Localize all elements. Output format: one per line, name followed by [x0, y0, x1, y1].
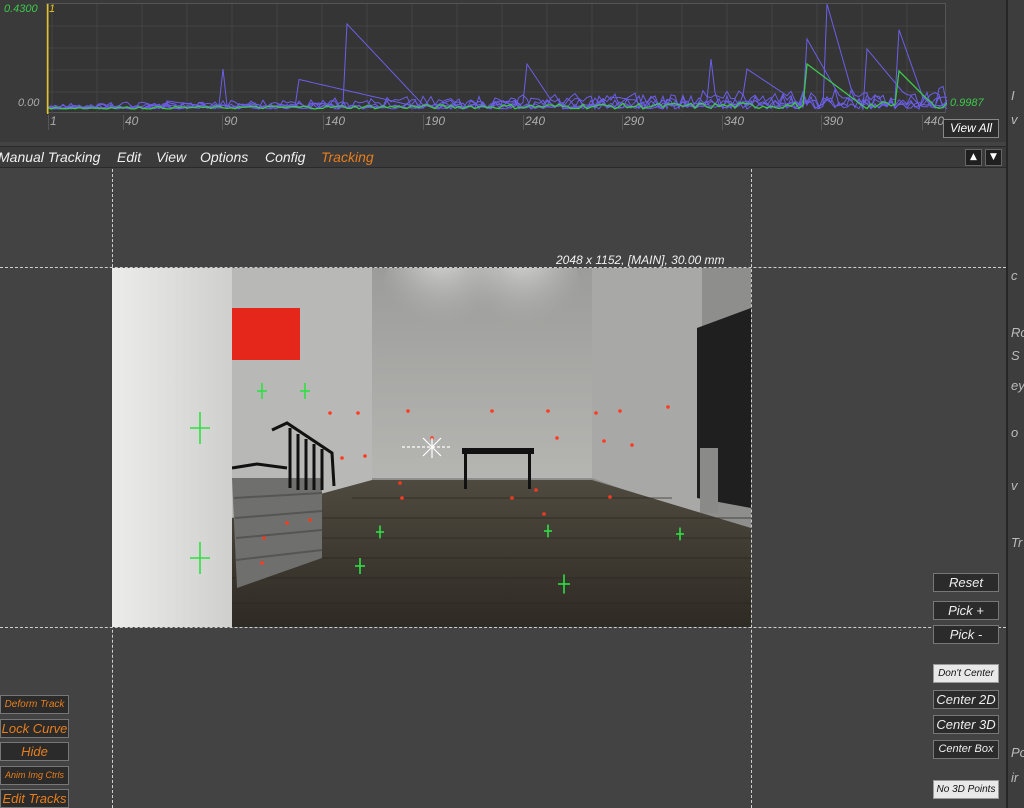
tracker-point[interactable] [555, 436, 559, 440]
track-error-curves [45, 3, 948, 114]
tracker-point[interactable] [490, 409, 494, 413]
graph-x-tick-label: 1 [50, 114, 57, 128]
strip-text: v [1011, 112, 1018, 127]
tracker-point[interactable] [340, 456, 344, 460]
center-3d-button[interactable]: Center 3D [933, 715, 999, 734]
graph-x-tick-mark [423, 115, 424, 130]
strip-text: Ro [1011, 325, 1024, 340]
graph-x-tick-label: 440 [924, 114, 945, 128]
graph-x-tick-mark [821, 115, 822, 130]
footage-frame[interactable] [112, 268, 751, 627]
pick-plus-button[interactable]: Pick + [933, 601, 999, 620]
strip-text: I [1011, 88, 1015, 103]
reset-button[interactable]: Reset [933, 573, 999, 592]
graph-y-max-label: 0.4300 [4, 3, 38, 15]
tracker-point[interactable] [510, 496, 514, 500]
strip-text: o [1011, 425, 1019, 440]
tracker-point[interactable] [546, 409, 550, 413]
tracker-point[interactable] [356, 411, 360, 415]
tracker-point[interactable] [260, 561, 264, 565]
trash-bin [700, 448, 718, 513]
tracker-point[interactable] [594, 411, 598, 415]
graph-x-tick-mark [48, 115, 49, 130]
deform-track-button[interactable]: Deform Track [0, 695, 69, 714]
graph-x-tick-mark [722, 115, 723, 130]
menu-tracking[interactable]: Tracking [321, 149, 374, 165]
scroll-up-icon[interactable]: ▲ [965, 149, 982, 166]
graph-x-tick-mark [922, 115, 923, 130]
tracker-error-curve [46, 63, 948, 110]
graph-cursor-frame-label: 1 [49, 3, 56, 15]
image-info-label: 2048 x 1152, [MAIN], 30.00 mm [556, 253, 725, 267]
graph-x-tick-label: 390 [823, 114, 844, 128]
menu-bar: Manual Tracking Edit View Options Config… [0, 146, 1006, 168]
strip-text: S [1011, 348, 1020, 363]
menu-view[interactable]: View [156, 149, 186, 165]
dont-center-button[interactable]: Don't Center [933, 664, 999, 683]
graph-x-tick-label: 240 [525, 114, 546, 128]
tracker-point[interactable] [406, 409, 410, 413]
tracker-point[interactable] [534, 488, 538, 492]
menu-edit[interactable]: Edit [117, 149, 141, 165]
graph-x-tick-label: 340 [724, 114, 745, 128]
tracker-point[interactable] [308, 518, 312, 522]
center-box-button[interactable]: Center Box [933, 740, 999, 759]
graph-x-tick-label: 40 [125, 114, 139, 128]
graph-x-tick-label: 140 [325, 114, 346, 128]
tracker-point[interactable] [608, 495, 612, 499]
tracker-point[interactable] [618, 409, 622, 413]
near-left-wall [112, 268, 232, 627]
edit-tracks-button[interactable]: Edit Tracks [0, 789, 69, 808]
strip-text: ir [1011, 770, 1019, 785]
graph-x-tick-mark [622, 115, 623, 130]
anim-img-ctrls-button[interactable]: Anim Img Ctrls [0, 766, 69, 785]
red-display-screen [232, 308, 300, 360]
no-3d-points-button[interactable]: No 3D Points [933, 780, 999, 799]
tracker-point[interactable] [630, 443, 634, 447]
strip-text: v [1011, 478, 1018, 493]
graph-plot-area[interactable] [45, 3, 948, 114]
tracker-point[interactable] [602, 439, 606, 443]
strip-text: ey [1011, 378, 1024, 393]
strip-text: Tr [1011, 535, 1023, 550]
graph-x-tick-mark [323, 115, 324, 130]
tracking-viewport[interactable]: 2048 x 1152, [MAIN], 30.00 mm Reset Pick… [0, 169, 1006, 808]
tracker-point[interactable] [542, 512, 546, 516]
tracker-error-curve [46, 3, 948, 111]
tracker-point[interactable] [328, 411, 332, 415]
graph-x-tick-label: 290 [624, 114, 645, 128]
menu-config[interactable]: Config [265, 149, 305, 165]
tracker-point[interactable] [285, 521, 289, 525]
curve-graph-panel[interactable]: 0.4300 0.00 1 0.9987 1 40 90 140 190 240 290 34… [0, 0, 1006, 142]
safe-area-guide-bottom [0, 627, 1006, 628]
graph-right-value-label: 0.9987 [950, 97, 984, 109]
tracker-point[interactable] [400, 496, 404, 500]
scroll-down-icon[interactable]: ▼ [985, 149, 1002, 166]
center-2d-button[interactable]: Center 2D [933, 690, 999, 709]
graph-x-tick-mark [123, 115, 124, 130]
graph-x-tick-mark [523, 115, 524, 130]
graph-x-tick-label: 190 [425, 114, 446, 128]
tracker-error-curve [46, 62, 948, 110]
tracker-point[interactable] [363, 454, 367, 458]
right-wall [592, 268, 702, 518]
pick-minus-button[interactable]: Pick - [933, 625, 999, 644]
right-panel-edge: I v c Ro S ey o v Tr Po ir [1006, 0, 1024, 808]
tracker-point[interactable] [398, 481, 402, 485]
graph-x-tick-mark [222, 115, 223, 130]
lock-curve-button[interactable]: Lock Curve [0, 719, 69, 738]
graph-y-min-label: 0.00 [18, 97, 40, 109]
tracker-point[interactable] [262, 536, 266, 540]
tracker-error-curve [46, 22, 948, 110]
tracker-point[interactable] [666, 405, 670, 409]
hide-button[interactable]: Hide [0, 742, 69, 761]
view-all-button[interactable]: View All [943, 119, 999, 138]
strip-text: c [1011, 268, 1018, 283]
menu-manual-tracking[interactable]: Manual Tracking [0, 149, 100, 165]
menu-options[interactable]: Options [200, 149, 248, 165]
graph-x-tick-label: 90 [224, 114, 238, 128]
safe-area-guide-right [751, 169, 752, 808]
strip-text: Po [1011, 745, 1024, 760]
